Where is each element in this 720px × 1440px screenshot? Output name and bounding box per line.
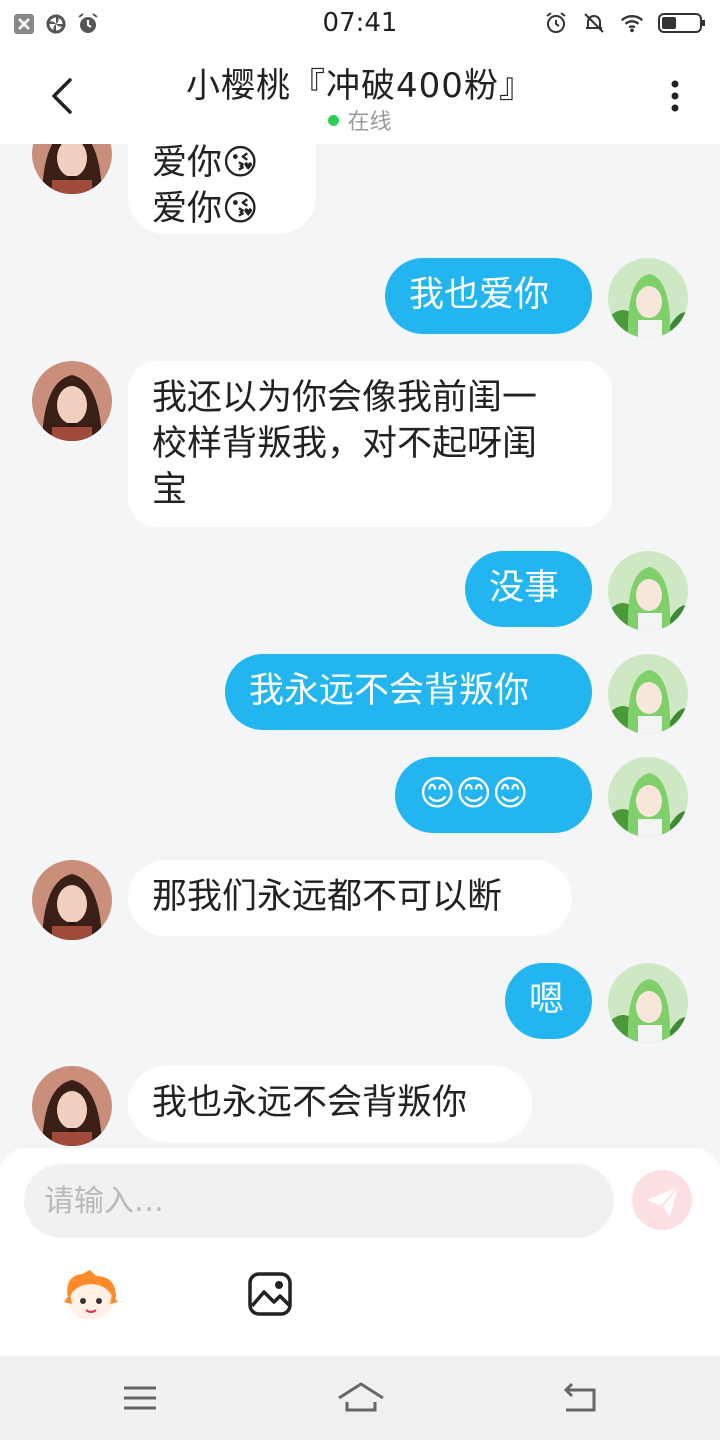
online-dot-icon — [328, 114, 340, 126]
home-icon — [338, 1382, 384, 1412]
outgoing-message-bubble[interactable]: 嗯 — [505, 963, 592, 1039]
mute-bell-icon — [582, 11, 606, 35]
send-button[interactable] — [632, 1170, 692, 1230]
emoji-sticker-button[interactable] — [60, 1268, 122, 1324]
incoming-message-bubble[interactable]: 我还以为你会像我前闺一 校样背叛我，对不起呀闺 宝 — [128, 361, 612, 527]
incoming-message-bubble[interactable]: 我也永远不会背叛你 — [128, 1066, 532, 1142]
system-nav-bar — [0, 1356, 720, 1440]
cartoon-face-icon — [64, 1270, 118, 1320]
home-button[interactable] — [336, 1378, 386, 1418]
chat-header: 小樱桃『冲破400粉』 在线 — [0, 48, 720, 144]
battery-icon — [658, 11, 706, 35]
my-avatar[interactable] — [608, 654, 688, 734]
contact-avatar[interactable] — [32, 1066, 112, 1146]
message-input[interactable] — [24, 1164, 614, 1238]
return-arrow-icon — [563, 1382, 596, 1412]
outgoing-message-bubble[interactable]: 我也爱你 — [385, 258, 592, 334]
my-avatar[interactable] — [608, 258, 688, 338]
contact-avatar[interactable] — [32, 361, 112, 441]
more-vertical-icon — [671, 80, 679, 112]
back-nav-button[interactable] — [558, 1378, 602, 1418]
outgoing-message-bubble[interactable]: 没事 — [465, 551, 592, 627]
online-status-text: 在线 — [347, 110, 392, 135]
my-avatar[interactable] — [608, 963, 688, 1043]
message-composer — [0, 1148, 720, 1356]
wifi-icon — [620, 11, 644, 35]
menu-lines-icon — [124, 1386, 156, 1410]
contact-avatar[interactable] — [32, 860, 112, 940]
more-options-button[interactable] — [660, 78, 690, 118]
outgoing-message-bubble[interactable]: 我永远不会背叛你 — [225, 654, 592, 730]
status-right-icons — [544, 11, 706, 35]
message-list[interactable]: 爱你😘 爱你😘 我也爱你 我还以为你会像我前闺一 校样背叛我，对不起呀闺 宝 没… — [0, 144, 720, 1148]
image-icon — [248, 1272, 292, 1316]
alarm-clock-icon — [544, 11, 568, 35]
my-avatar[interactable] — [608, 757, 688, 837]
status-bar: 07:41 — [0, 0, 720, 48]
chat-title: 小樱桃『冲破400粉』 — [186, 66, 534, 106]
image-picker-button[interactable] — [246, 1270, 294, 1318]
contact-avatar[interactable] — [32, 144, 112, 194]
incoming-message-bubble[interactable]: 爱你😘 爱你😘 — [128, 144, 316, 234]
outgoing-message-bubble[interactable]: 😊😊😊 — [395, 757, 592, 833]
my-avatar[interactable] — [608, 551, 688, 631]
online-status: 在线 — [0, 104, 720, 136]
incoming-message-bubble[interactable]: 那我们永远都不可以断 — [128, 860, 572, 936]
menu-button[interactable] — [118, 1378, 162, 1418]
paper-plane-icon — [647, 1186, 679, 1216]
